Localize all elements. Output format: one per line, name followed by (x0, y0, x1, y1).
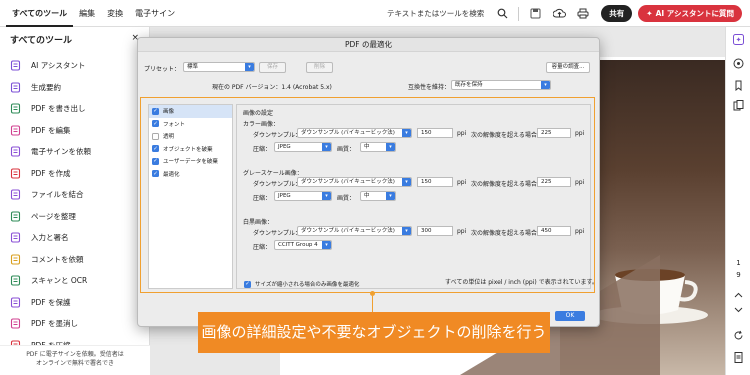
tool-item[interactable]: ページを整理 (10, 206, 91, 228)
tool-item-label: AI アシスタント (31, 61, 86, 71)
tool-list: AI アシスタント 生成要約 PDF を書き出し PDF を編集電子サインを依頼 PDF… (10, 55, 91, 356)
tab-convert[interactable]: 変換 (101, 0, 129, 27)
tool-item-label: 生成要約 (31, 82, 61, 92)
compat-value: 既存を保持 (455, 82, 483, 88)
save-icon[interactable] (528, 7, 542, 21)
preset-label: プリセット： (144, 66, 181, 73)
divider (518, 6, 520, 21)
tool-item-label: PDF を保護 (31, 297, 71, 307)
fill-sign-icon (10, 232, 21, 243)
dialog-title: PDF の最適化 (138, 38, 599, 52)
top-toolbar: すべてのツール 編集 変換 電子サイン テキストまたはツールを検索 共有 ✦ A… (0, 0, 750, 27)
page-total: 9 (736, 271, 741, 279)
tool-item-label: スキャンと OCR (31, 276, 88, 286)
tool-item-label: 入力と署名 (31, 233, 69, 243)
tool-item-label: PDF を書き出し (31, 104, 86, 114)
scroll-up-icon[interactable] (732, 289, 745, 302)
highlight-frame (140, 97, 595, 293)
tool-item-label: ファイルを結合 (31, 190, 84, 200)
combine-files-icon (10, 189, 21, 200)
share-button[interactable]: 共有 (601, 5, 633, 22)
caption-banner: 画像の詳細設定や不要なオブジェクトの削除を行う (198, 312, 550, 353)
panel-footer: PDF に電子サインを依頼。受信者は オンラインで無料で署名でき (0, 345, 150, 375)
ai-assistant-button[interactable]: ✦ AI アシスタントに質問 (638, 5, 742, 22)
refresh-icon[interactable] (732, 329, 745, 342)
preset-value: 標準 (187, 64, 199, 70)
tab-all-tools[interactable]: すべてのツール (6, 0, 74, 27)
edit-pdf-icon (10, 125, 21, 136)
right-sidebar: ✦ 1 9 (725, 27, 750, 375)
chevron-down-icon: ▾ (245, 63, 254, 71)
redact-pdf-icon (10, 318, 21, 329)
tool-item-label: PDF を作成 (31, 168, 71, 178)
ai-sparkle-sidebar-icon[interactable]: ✦ (732, 33, 745, 46)
search-icon[interactable] (495, 7, 509, 21)
tool-item[interactable]: コメントを依頼 (10, 249, 91, 271)
pages-sidebar-icon[interactable] (732, 99, 745, 112)
tool-item[interactable]: 電子サインを依頼 (10, 141, 91, 163)
tool-item[interactable]: ファイルを結合 (10, 184, 91, 206)
all-tools-panel: すべてのツール × AI アシスタント 生成要約 PDF を書き出し PDF を編集電… (0, 27, 150, 375)
protect-pdf-icon (10, 297, 21, 308)
tool-item[interactable]: PDF を書き出し (10, 98, 91, 120)
delete-preset-button[interactable]: 削除 (306, 62, 333, 73)
tool-item[interactable]: スキャンと OCR (10, 270, 91, 292)
comment-sidebar-icon[interactable] (732, 57, 745, 70)
tool-item[interactable]: 生成要約 (10, 77, 91, 99)
ok-button[interactable]: OK (555, 311, 585, 321)
search-field[interactable]: テキストまたはツールを検索 (387, 8, 484, 19)
tool-item[interactable]: 入力と署名 (10, 227, 91, 249)
top-nav: すべてのツール 編集 変換 電子サイン (0, 0, 181, 27)
tool-item[interactable]: PDF を保護 (10, 292, 91, 314)
top-right-actions: テキストまたはツールを検索 共有 ✦ AI アシスタントに質問 (387, 0, 750, 27)
pdf-version-text: 現在の PDF バージョン：1.4 (Acrobat 5.x) (212, 84, 332, 91)
ai-assistant-label: AI アシスタントに質問 (655, 9, 734, 18)
request-comments-icon (10, 254, 21, 265)
tool-item-label: コメントを依頼 (31, 254, 84, 264)
cloud-upload-icon[interactable] (552, 7, 566, 21)
save-preset-button[interactable]: 保存 (259, 62, 286, 73)
tool-item[interactable]: AI アシスタント (10, 55, 91, 77)
summary-icon (10, 82, 21, 93)
scroll-down-icon[interactable] (732, 303, 745, 316)
preset-select[interactable]: 標準 ▾ (183, 62, 255, 72)
bookmark-sidebar-icon[interactable] (732, 79, 745, 92)
ai-sparkle-icon: ✦ (646, 9, 653, 18)
export-pdf-icon (10, 103, 21, 114)
request-esign-icon (10, 146, 21, 157)
tab-esign[interactable]: 電子サイン (129, 0, 181, 27)
tool-item[interactable]: PDF を作成 (10, 163, 91, 185)
ai-assistant-icon (10, 60, 21, 71)
tool-item-label: PDF を墨消し (31, 319, 78, 329)
tool-item[interactable]: PDF を編集 (10, 120, 91, 142)
scan-ocr-icon (10, 275, 21, 286)
chevron-down-icon: ▾ (541, 81, 550, 89)
tool-item[interactable]: PDF を墨消し (10, 313, 91, 335)
create-pdf-icon (10, 168, 21, 179)
panel-title: すべてのツール (10, 36, 73, 46)
tool-item-label: 電子サインを依頼 (31, 147, 91, 157)
compat-select[interactable]: 既存を保持 ▾ (451, 80, 551, 90)
footer-text-line1: PDF に電子サインを依頼。受信者は (26, 351, 124, 358)
document-info-icon[interactable] (732, 351, 745, 364)
tool-item-label: PDF を編集 (31, 125, 71, 135)
svg-text:✦: ✦ (736, 36, 742, 44)
footer-text-line2: オンラインで無料で署名でき (35, 360, 114, 367)
tool-item-label: ページを整理 (31, 211, 76, 221)
compat-label: 互換性を維持： (408, 84, 451, 91)
page-current[interactable]: 1 (731, 259, 746, 267)
tab-edit[interactable]: 編集 (73, 0, 101, 27)
audit-space-button[interactable]: 容量の調査... (546, 62, 590, 73)
organize-pages-icon (10, 211, 21, 222)
callout-line (372, 296, 373, 312)
print-icon[interactable] (576, 7, 590, 21)
